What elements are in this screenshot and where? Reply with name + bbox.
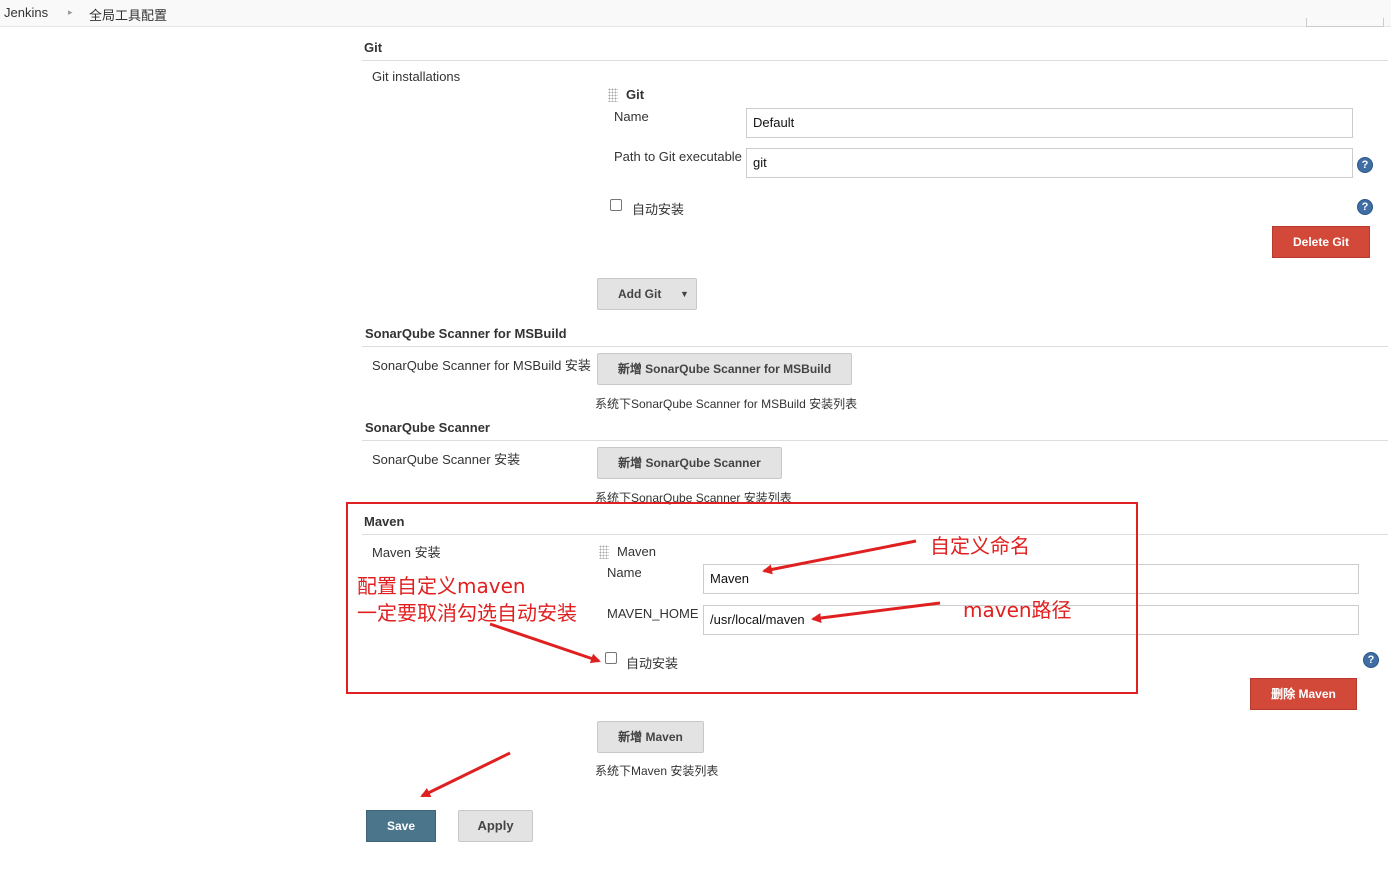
arrow-to-save — [420, 751, 511, 798]
arrow-to-maven-name — [762, 539, 917, 575]
annotation-arrows — [420, 539, 941, 798]
arrow-to-maven-home — [811, 601, 941, 623]
arrow-to-auto-install — [489, 622, 601, 664]
